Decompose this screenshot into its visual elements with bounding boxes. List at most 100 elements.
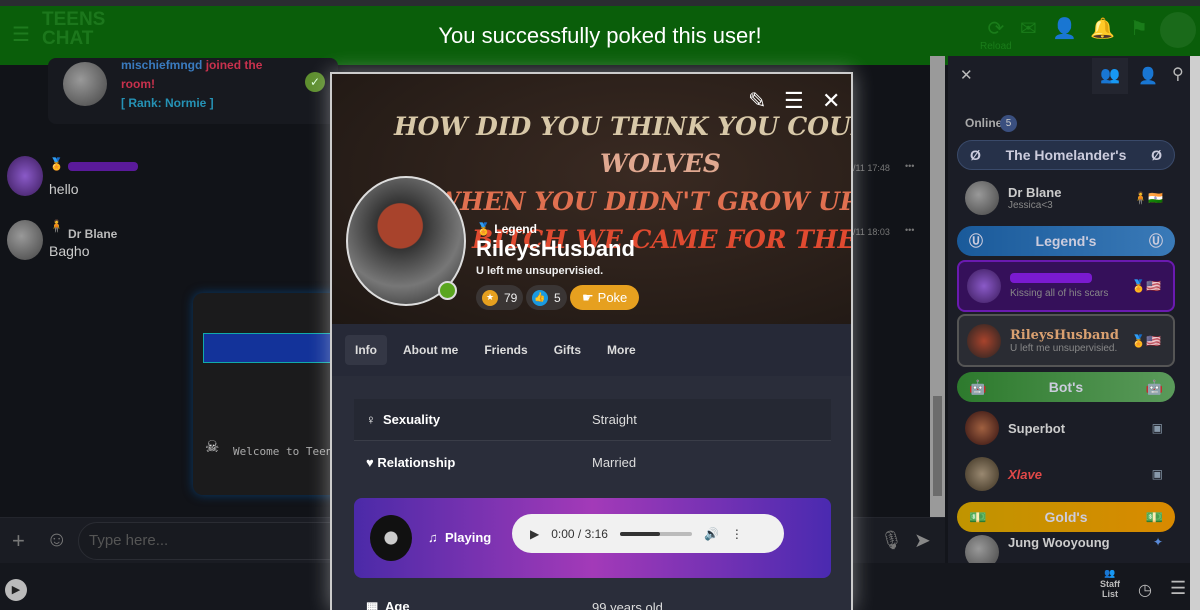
tab-about-me[interactable]: About me bbox=[393, 335, 468, 365]
likes-chip[interactable]: 👍 5 bbox=[526, 285, 567, 310]
poke-button[interactable]: ☛ Poke bbox=[570, 285, 640, 310]
us-flag-icon: 🏅🇺🇸 bbox=[1131, 333, 1161, 348]
group-label: The Homelander's bbox=[1005, 147, 1127, 163]
vinyl-disc-icon bbox=[370, 515, 412, 561]
money-icon: 💵 bbox=[1145, 508, 1163, 525]
avatar bbox=[965, 457, 999, 491]
avatar[interactable] bbox=[7, 220, 43, 260]
avatar bbox=[965, 411, 999, 445]
online-status bbox=[438, 281, 457, 300]
clock-icon[interactable]: ◷ bbox=[1138, 580, 1152, 600]
profile-modal: HOW DID YOU THINK YOU COULD RUN WITH WOL… bbox=[330, 72, 853, 610]
message-username[interactable]: Dr Blane bbox=[68, 227, 117, 241]
close-panel-icon[interactable]: ✕ bbox=[960, 66, 973, 84]
group-label: Legend's bbox=[1035, 233, 1097, 249]
stars-count: 79 bbox=[504, 290, 518, 305]
play-icon[interactable]: ▶ bbox=[5, 579, 27, 601]
plus-icon[interactable]: + bbox=[12, 528, 25, 554]
audio-controls: ▶ 0:00 / 3:16 🔊 ⋮ bbox=[512, 514, 784, 553]
group-homelanders: Ø The Homelander's Ø bbox=[957, 140, 1175, 170]
user-item[interactable]: Jung Wooyoung ✦ bbox=[957, 535, 1175, 563]
tab-friends[interactable]: Friends bbox=[474, 335, 537, 365]
welcome-card: ☠ Welcome to Teen bbox=[193, 293, 343, 495]
info-value: Straight bbox=[592, 412, 637, 427]
poke-icon: ☛ bbox=[582, 289, 594, 305]
likes-count: 5 bbox=[554, 290, 561, 305]
profile-mood: U left me unsupervisied. bbox=[476, 265, 604, 277]
emoji-icon[interactable]: ☺ bbox=[46, 528, 67, 552]
user-item[interactable]: Dr Blane Jessica<3 🧍🇮🇳 bbox=[957, 172, 1175, 224]
message-text: Bagho bbox=[49, 243, 90, 259]
send-icon[interactable]: ➤ bbox=[914, 528, 931, 553]
chat-scrollbar[interactable] bbox=[930, 56, 945, 517]
bot-badge-icon: ▣ bbox=[1151, 421, 1163, 435]
avatar[interactable] bbox=[63, 62, 107, 106]
rank-badge: 🏅 Legend bbox=[476, 222, 537, 236]
star-icon: ★ bbox=[482, 289, 498, 306]
user-item[interactable]: Kissing all of his scars 🏅🇺🇸 bbox=[957, 260, 1175, 312]
info-value: 99 years old bbox=[592, 599, 663, 610]
online-count: 5 bbox=[1000, 115, 1017, 132]
join-username[interactable]: mischiefmngd bbox=[121, 58, 202, 72]
staff-icon: 👥 bbox=[1104, 568, 1116, 578]
profile-username: RileysHusband bbox=[476, 236, 635, 261]
welcome-text: Welcome to Teen bbox=[233, 445, 333, 458]
microphone-icon[interactable]: 🎙 bbox=[880, 530, 903, 551]
stars-chip: ★ 79 bbox=[476, 285, 524, 310]
tab-more[interactable]: More bbox=[597, 335, 646, 365]
gender-icon: ♀ bbox=[366, 412, 376, 427]
join-notice: mischiefmngd joined the room! [ Rank: No… bbox=[48, 58, 338, 124]
banner-line: WOLVES bbox=[600, 149, 721, 178]
group-bots: 🤖 Bot's 🤖 bbox=[957, 372, 1175, 402]
volume-icon[interactable]: 🔊 bbox=[704, 527, 719, 541]
rank-icon: 🧍 bbox=[49, 219, 64, 233]
audio-seek-slider[interactable] bbox=[619, 531, 692, 536]
info-row-relationship: ♥ Relationship Married bbox=[354, 441, 831, 483]
search-icon[interactable]: ⚲ bbox=[1172, 64, 1184, 84]
user-item[interactable]: RileysHusband U left me unsupervisied. 🏅🇺🇸 bbox=[957, 314, 1175, 367]
avatar bbox=[967, 323, 1001, 358]
us-flag-icon: 🏅🇺🇸 bbox=[1131, 279, 1161, 293]
message-username-blurred[interactable] bbox=[68, 162, 138, 171]
users-tab-icon[interactable]: 👥 bbox=[1092, 58, 1128, 94]
more-icon[interactable]: ••• bbox=[905, 161, 914, 171]
group-icon: Ⓤ bbox=[969, 233, 983, 249]
group-legends: Ⓤ Legend's Ⓤ bbox=[957, 226, 1175, 256]
avatar bbox=[965, 181, 999, 215]
banner-line: WHEN YOU DIDN'T GROW UP IN THE WOODS bbox=[432, 187, 851, 216]
group-icon: Ø bbox=[1151, 147, 1162, 163]
menu-icon[interactable]: ☰ bbox=[784, 88, 804, 114]
poke-label: Poke bbox=[597, 290, 628, 305]
rank-icon: 🏅 bbox=[49, 157, 64, 171]
user-name: RileysHusband bbox=[1010, 327, 1119, 343]
info-row-age: ▦ Age 99 years old bbox=[354, 586, 831, 610]
message-input[interactable]: Type here... bbox=[78, 522, 348, 560]
tab-info[interactable]: Info bbox=[345, 335, 387, 365]
join-rank: [ Rank: Normie ] bbox=[121, 96, 214, 110]
staff-list-label: Staff List bbox=[1100, 579, 1120, 599]
avatar bbox=[965, 535, 999, 563]
panel-scrollbar[interactable] bbox=[1190, 56, 1200, 610]
tab-gifts[interactable]: Gifts bbox=[544, 335, 591, 365]
group-label: Gold's bbox=[1044, 509, 1088, 525]
user-name: Jung Wooyoung bbox=[1008, 535, 1110, 550]
calendar-icon: ▦ bbox=[366, 599, 379, 610]
play-button[interactable]: ▶ bbox=[530, 527, 539, 541]
staff-list-button[interactable]: 👥 Staff List bbox=[1096, 568, 1124, 599]
avatar[interactable] bbox=[7, 156, 43, 196]
menu-icon[interactable]: ☰ bbox=[1170, 578, 1186, 599]
user-item[interactable]: Superbot ▣ bbox=[957, 402, 1175, 454]
online-label: Online bbox=[965, 116, 1003, 130]
like-icon: 👍 bbox=[532, 289, 548, 306]
robot-icon: 🤖 bbox=[969, 378, 987, 395]
user-mood: U left me unsupervisied. bbox=[1010, 342, 1118, 354]
audio-buffered bbox=[619, 531, 660, 536]
edit-icon[interactable]: ✎ bbox=[748, 88, 766, 114]
user-item[interactable]: Xlave ▣ bbox=[957, 448, 1175, 500]
user-tab-icon[interactable]: 👤 bbox=[1138, 66, 1158, 86]
profile-tabs: Info About me Friends Gifts More bbox=[332, 324, 851, 376]
more-icon[interactable]: ••• bbox=[905, 225, 914, 235]
close-icon[interactable]: ✕ bbox=[822, 88, 840, 114]
user-name-blurred bbox=[1010, 273, 1092, 283]
more-options-icon[interactable]: ⋮ bbox=[731, 527, 743, 541]
